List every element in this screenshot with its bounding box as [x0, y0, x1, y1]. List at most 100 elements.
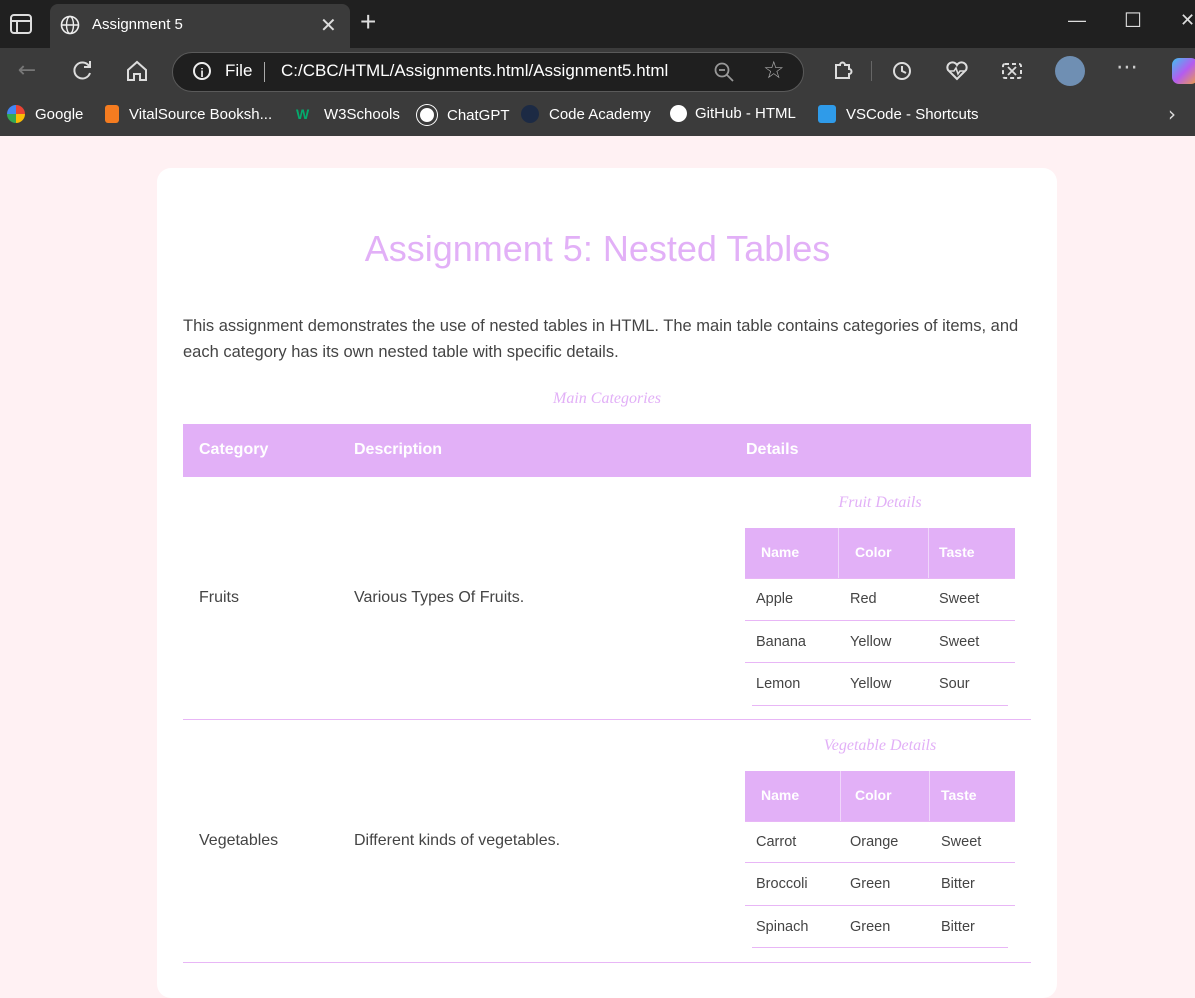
row-divider	[745, 905, 1015, 906]
close-window-icon[interactable]: ✕	[1180, 10, 1195, 31]
nested-header-taste: Taste	[941, 787, 977, 803]
maximize-icon[interactable]: ☐	[1124, 8, 1142, 33]
screenshot-icon[interactable]	[998, 57, 1026, 85]
bookmarks-bar: Google VitalSource Booksh... W W3Schools…	[0, 94, 1195, 136]
nested-header-color: Color	[855, 787, 892, 803]
sidebar-toggle-icon[interactable]	[10, 14, 32, 34]
intro-line-1: This assignment demonstrates the use of …	[183, 317, 1019, 335]
minimize-icon[interactable]: —	[1068, 10, 1086, 31]
header-details: Details	[746, 441, 799, 458]
bookmark-vscode-shortcuts[interactable]: VSCode - Shortcuts	[818, 105, 979, 123]
tab-bar: Assignment 5 ✕ + — ☐ ✕	[0, 0, 1195, 48]
google-icon	[7, 105, 25, 123]
zoom-out-icon[interactable]	[713, 61, 735, 83]
bookmark-label: W3Schools	[324, 105, 400, 123]
tab-active[interactable]: Assignment 5 ✕	[50, 4, 350, 48]
nested-cell-name: Carrot	[756, 834, 797, 850]
bookmark-label: GitHub - HTML	[695, 105, 796, 122]
url-text[interactable]: C:/CBC/HTML/Assignments.html/Assignment5…	[281, 61, 668, 81]
header-category: Category	[199, 441, 269, 458]
toolbar-separator	[871, 61, 872, 81]
nested-header-color: Color	[855, 544, 892, 560]
globe-icon	[60, 15, 80, 35]
intro-line-2: each category has its own nested table w…	[183, 343, 619, 361]
nested-header-name: Name	[761, 544, 800, 560]
nested-cell-name: Spinach	[756, 919, 809, 935]
bookmark-github-html[interactable]: GitHub - HTML	[670, 105, 796, 122]
copilot-icon[interactable]	[1172, 58, 1195, 84]
avatar[interactable]	[1055, 56, 1085, 86]
nested-cell-taste: Bitter	[941, 876, 975, 892]
bookmark-label: Google	[35, 105, 84, 123]
content-card	[157, 168, 1057, 998]
favorite-star-icon[interactable]: ☆	[763, 56, 785, 84]
address-bar[interactable]: i File C:/CBC/HTML/Assignments.html/Assi…	[172, 52, 804, 92]
vscode-icon	[818, 105, 836, 123]
code-academy-icon	[521, 105, 539, 123]
bookmark-code-academy[interactable]: Code Academy	[521, 105, 651, 123]
nested-cell-color: Green	[850, 876, 891, 892]
home-icon[interactable]	[123, 57, 151, 85]
url-prefix: File	[225, 61, 253, 80]
nested-table-caption: Vegetable Details	[823, 737, 937, 754]
main-table-header: Category Description Details	[183, 424, 1031, 477]
nested-cell-taste: Sweet	[939, 634, 980, 650]
nested-cell-name: Lemon	[756, 676, 801, 692]
nested-header-taste: Taste	[939, 544, 975, 560]
more-menu-icon[interactable]: ⋯	[1113, 54, 1141, 82]
bookmark-label: VSCode - Shortcuts	[846, 105, 979, 123]
header-description: Description	[354, 441, 443, 458]
category-cell: Vegetables	[199, 832, 279, 849]
bookmark-label: Code Academy	[549, 105, 651, 123]
github-icon	[670, 105, 687, 122]
row-divider	[752, 947, 1008, 948]
nested-table-caption: Fruit Details	[838, 494, 922, 511]
chatgpt-icon	[417, 105, 437, 125]
row-divider	[745, 620, 1015, 621]
browser-chrome: Assignment 5 ✕ + — ☐ ✕ ← i File C:/CBC/H…	[0, 0, 1195, 136]
performance-icon[interactable]	[943, 57, 971, 85]
description-cell: Different kinds of vegetables.	[354, 832, 561, 849]
nested-cell-taste: Sour	[939, 676, 970, 692]
description-cell: Various Types Of Fruits.	[354, 589, 525, 606]
new-tab-icon[interactable]: +	[360, 6, 376, 38]
nested-cell-name: Apple	[756, 591, 794, 607]
nested-cell-taste: Sweet	[941, 834, 982, 850]
nested-cell-color: Green	[850, 919, 891, 935]
main-row-divider	[183, 719, 1031, 720]
nested-cell-taste: Bitter	[941, 919, 975, 935]
nested-cell-color: Yellow	[850, 676, 892, 692]
bookmark-label: ChatGPT	[447, 106, 510, 124]
main-row-divider	[183, 962, 1031, 963]
row-divider	[745, 578, 1015, 579]
history-icon[interactable]	[888, 57, 916, 85]
chevron-right-icon[interactable]: ›	[1168, 102, 1176, 126]
intro-paragraph: This assignment demonstrates the use of …	[183, 313, 1033, 365]
nested-cell-color: Orange	[850, 834, 899, 850]
bookmark-w3schools[interactable]: W W3Schools	[296, 105, 400, 123]
column-divider	[929, 771, 930, 821]
row-divider	[745, 821, 1015, 822]
bookmark-vitalsource[interactable]: VitalSource Booksh...	[105, 105, 272, 123]
url-separator	[264, 62, 265, 82]
tab-title: Assignment 5	[92, 16, 183, 33]
column-divider	[838, 528, 839, 578]
column-divider	[928, 528, 929, 578]
w3schools-icon: W	[296, 106, 310, 122]
nested-cell-color: Yellow	[850, 634, 892, 650]
nested-table-header: Name Color Taste	[745, 771, 1015, 821]
category-cell: Fruits	[199, 589, 239, 606]
info-icon[interactable]: i	[193, 62, 211, 80]
nested-header-name: Name	[761, 787, 800, 803]
row-divider	[745, 662, 1015, 663]
main-table-caption: Main Categories	[553, 390, 661, 407]
bookmark-label: VitalSource Booksh...	[129, 105, 273, 123]
back-icon[interactable]: ←	[13, 57, 41, 85]
bookmark-google[interactable]: Google	[7, 105, 83, 123]
close-tab-icon[interactable]: ✕	[320, 13, 337, 37]
nested-cell-color: Red	[850, 591, 877, 607]
refresh-icon[interactable]	[68, 57, 96, 85]
bookmark-chatgpt[interactable]: ChatGPT	[417, 105, 510, 125]
extensions-icon[interactable]	[828, 57, 856, 85]
vitalsource-icon	[105, 105, 119, 123]
